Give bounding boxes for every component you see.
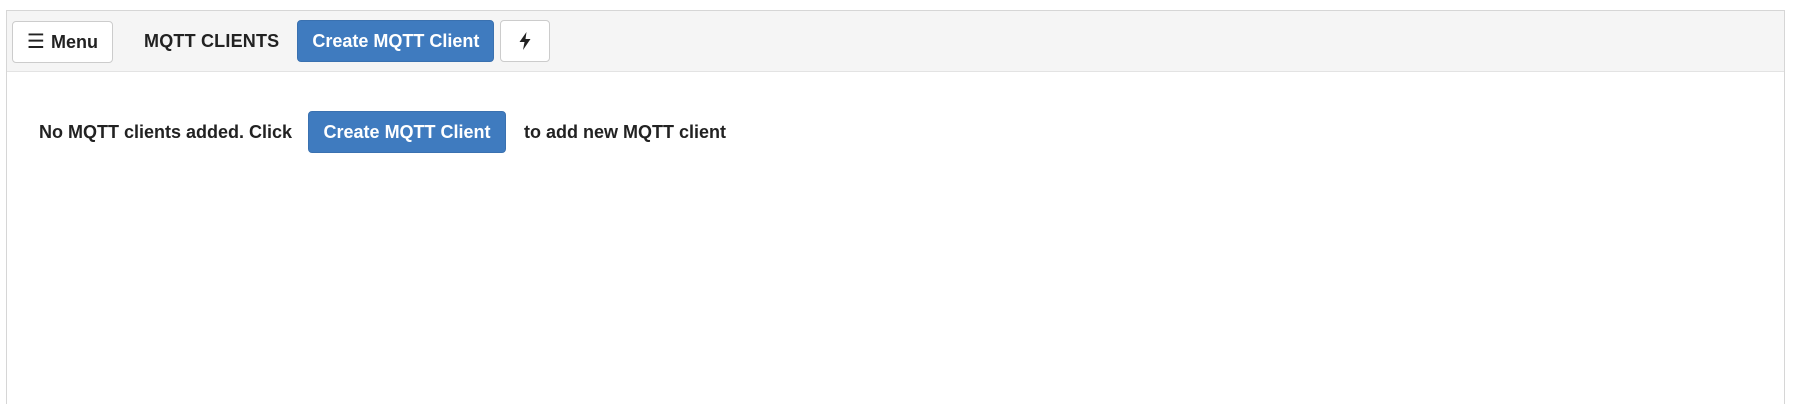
hamburger-icon: ☰	[27, 30, 45, 53]
empty-state-suffix: to add new MQTT client	[524, 121, 727, 142]
menu-button[interactable]: ☰ Menu	[12, 21, 113, 63]
lightning-bolt-icon	[519, 32, 531, 50]
quick-action-button[interactable]	[500, 20, 551, 62]
empty-state-prefix: No MQTT clients added. Click	[39, 121, 293, 142]
page-title: MQTT CLIENTS	[144, 30, 280, 51]
empty-state-create-button[interactable]: Create MQTT Client	[308, 111, 507, 153]
create-mqtt-client-button[interactable]: Create MQTT Client	[297, 20, 495, 62]
mqtt-clients-panel: ☰ Menu MQTT CLIENTS Create MQTT Client N…	[6, 10, 1785, 404]
toolbar: ☰ Menu MQTT CLIENTS Create MQTT Client	[7, 11, 1784, 72]
empty-state: No MQTT clients added. Click Create MQTT…	[7, 72, 1784, 153]
menu-label: Menu	[50, 31, 98, 52]
